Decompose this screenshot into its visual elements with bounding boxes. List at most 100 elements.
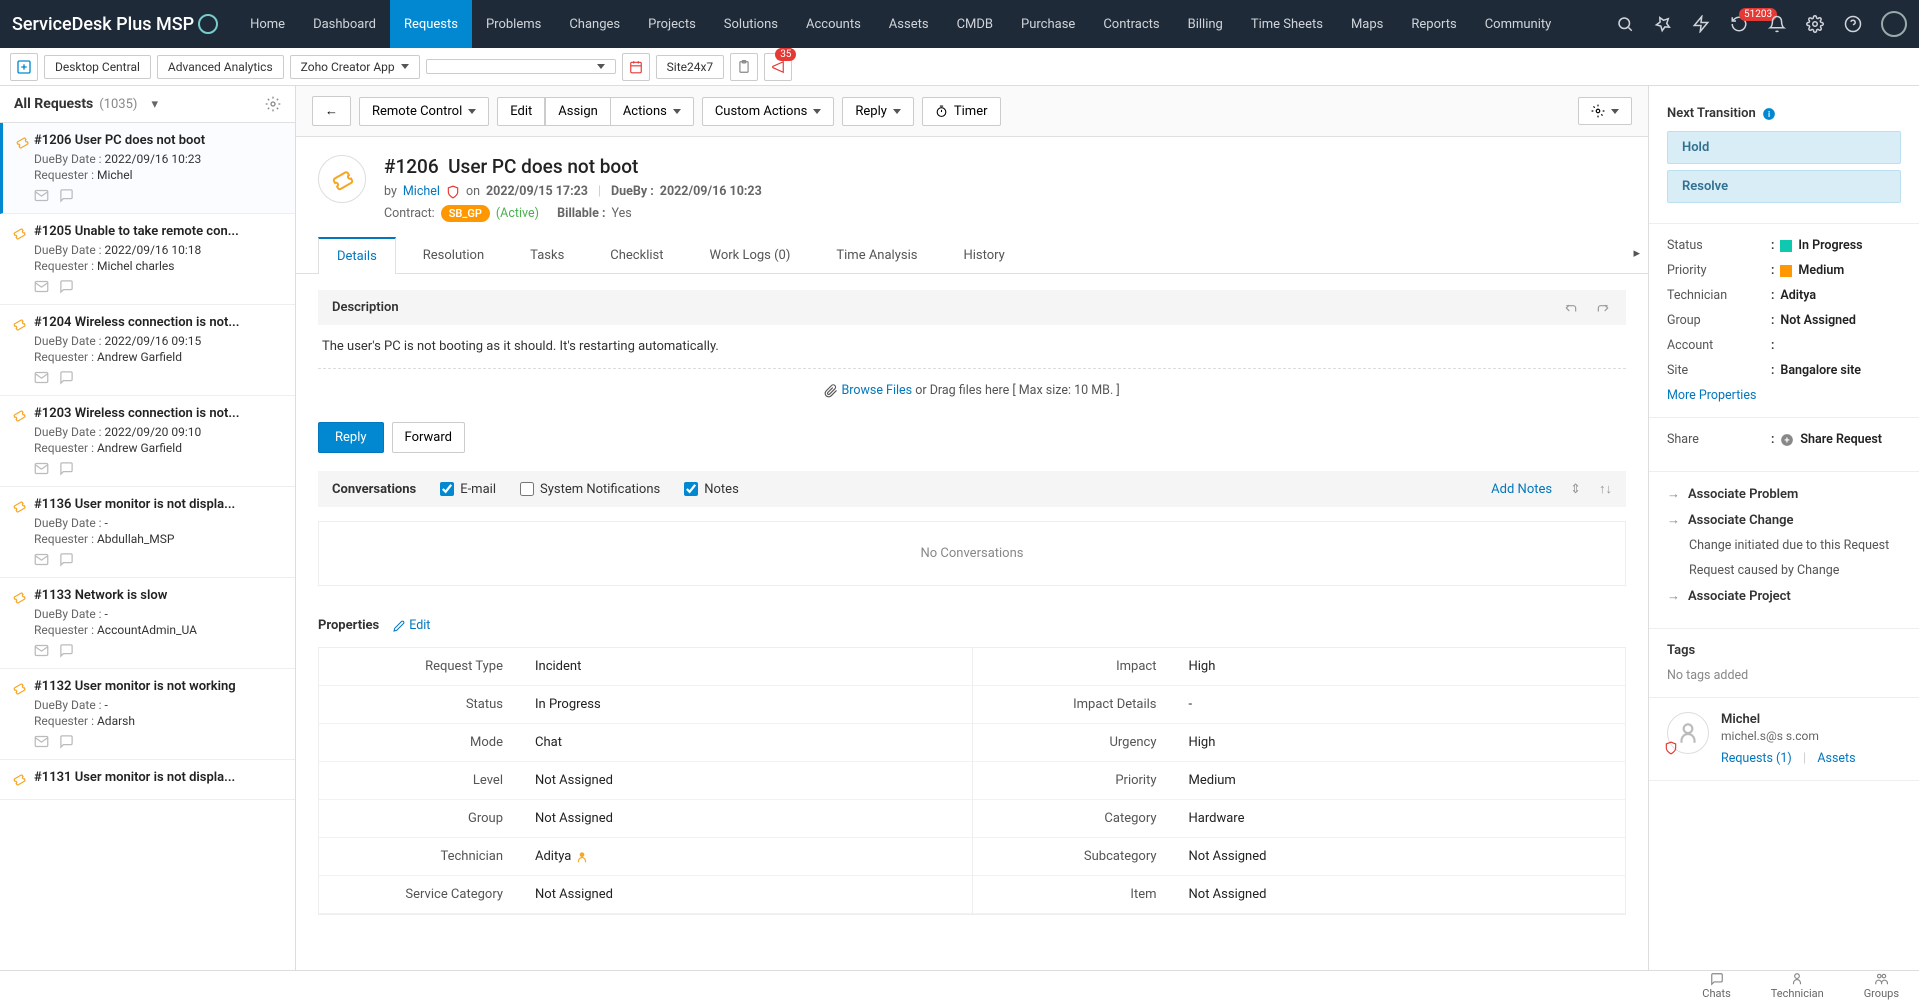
resolve-button[interactable]: Resolve [1667, 170, 1901, 203]
forward-button[interactable]: Forward [392, 422, 465, 453]
note-icon[interactable] [59, 461, 74, 476]
sort-icon[interactable]: ↑↓ [1599, 481, 1612, 497]
nav-reports[interactable]: Reports [1397, 0, 1470, 48]
nav-maps[interactable]: Maps [1337, 0, 1397, 48]
nav-cmdb[interactable]: CMDB [943, 0, 1007, 48]
list-item[interactable]: #1132 User monitor is not workingDueBy D… [0, 669, 295, 760]
contact-assets-link[interactable]: Assets [1817, 751, 1855, 766]
pin-icon[interactable] [1653, 14, 1673, 34]
clipboard-icon[interactable] [730, 53, 758, 81]
mail-icon[interactable] [34, 552, 49, 567]
remote-control-button[interactable]: Remote Control [359, 97, 489, 126]
bolt-icon[interactable] [1691, 14, 1711, 34]
note-icon[interactable] [59, 370, 74, 385]
mail-icon[interactable] [34, 279, 49, 294]
more-properties-link[interactable]: More Properties [1667, 388, 1756, 403]
nav-projects[interactable]: Projects [634, 0, 710, 48]
back-button[interactable]: ← [312, 96, 351, 126]
tab-tasks[interactable]: Tasks [511, 237, 583, 274]
custom-actions-button[interactable]: Custom Actions [702, 97, 835, 126]
assign-button[interactable]: Assign [545, 97, 611, 126]
nav-solutions[interactable]: Solutions [710, 0, 792, 48]
advanced-analytics-chip[interactable]: Advanced Analytics [157, 55, 284, 79]
note-icon[interactable] [59, 552, 74, 567]
edit-properties-link[interactable]: Edit [393, 618, 430, 633]
actions-button[interactable]: Actions [611, 97, 694, 126]
quick-create-icon[interactable] [10, 53, 38, 81]
nav-home[interactable]: Home [236, 0, 299, 48]
note-icon[interactable] [59, 643, 74, 658]
nav-problems[interactable]: Problems [472, 0, 555, 48]
note-icon[interactable] [59, 279, 74, 294]
hold-button[interactable]: Hold [1667, 131, 1901, 164]
associate-project[interactable]: Associate Project [1667, 588, 1901, 604]
associate-change[interactable]: Associate Change [1667, 512, 1901, 528]
requester-link[interactable]: Michel [403, 184, 440, 199]
zoho-creator-chip[interactable]: Zoho Creator App [290, 55, 420, 79]
mail-icon[interactable] [34, 734, 49, 749]
calendar-icon[interactable] [622, 53, 650, 81]
list-settings-icon[interactable] [265, 96, 281, 112]
tab-time-analysis[interactable]: Time Analysis [817, 237, 936, 274]
list-item[interactable]: #1131 User monitor is not displa... [0, 760, 295, 800]
system-notifications-checkbox[interactable]: System Notifications [520, 482, 660, 497]
browse-files-link[interactable]: Browse Files [841, 383, 912, 398]
share-request-button[interactable]: +Share Request [1780, 432, 1882, 447]
technician-button[interactable]: Technician [1771, 972, 1824, 999]
note-icon[interactable] [59, 188, 74, 203]
tabs-scroll-right-icon[interactable]: ▸ [1633, 246, 1640, 261]
gear-icon[interactable] [1805, 14, 1825, 34]
help-icon[interactable] [1843, 14, 1863, 34]
announcements-icon[interactable]: 35 [764, 53, 792, 81]
reply-arrow-icon[interactable] [1562, 301, 1580, 315]
nav-assets[interactable]: Assets [875, 0, 943, 48]
expand-icon[interactable]: ⇕ [1570, 482, 1581, 497]
tab-details[interactable]: Details [318, 237, 396, 274]
site24x7-chip[interactable]: Site24x7 [656, 55, 725, 79]
mail-icon[interactable] [34, 643, 49, 658]
associate-problem[interactable]: Associate Problem [1667, 486, 1901, 502]
nav-contracts[interactable]: Contracts [1089, 0, 1173, 48]
detail-settings-button[interactable] [1578, 97, 1632, 125]
add-notes-link[interactable]: Add Notes [1491, 482, 1552, 497]
selector-dropdown[interactable] [426, 59, 616, 74]
tab-history[interactable]: History [944, 237, 1023, 274]
info-icon[interactable]: i [1762, 107, 1776, 121]
edit-button[interactable]: Edit [497, 97, 545, 126]
mail-icon[interactable] [34, 188, 49, 203]
timer-button[interactable]: Timer [922, 97, 1001, 126]
reply-button[interactable]: Reply [318, 422, 384, 453]
profile-avatar[interactable] [1881, 11, 1907, 37]
nav-accounts[interactable]: Accounts [792, 0, 875, 48]
recent-icon[interactable]: 51203 [1729, 14, 1749, 34]
nav-community[interactable]: Community [1471, 0, 1566, 48]
list-item[interactable]: #1136 User monitor is not displa...DueBy… [0, 487, 295, 578]
nav-billing[interactable]: Billing [1174, 0, 1237, 48]
email-checkbox[interactable]: E-mail [440, 482, 496, 497]
attachment-dropzone[interactable]: Browse Files or Drag files here [ Max si… [318, 369, 1626, 412]
bell-icon[interactable] [1767, 14, 1787, 34]
list-item[interactable]: #1133 Network is slowDueBy Date : -Reque… [0, 578, 295, 669]
nav-requests[interactable]: Requests [390, 0, 472, 48]
forward-arrow-icon[interactable] [1594, 301, 1612, 315]
notes-checkbox[interactable]: Notes [684, 482, 739, 497]
nav-time-sheets[interactable]: Time Sheets [1237, 0, 1337, 48]
reply-dropdown-button[interactable]: Reply [842, 97, 914, 126]
search-icon[interactable] [1615, 14, 1635, 34]
chats-button[interactable]: Chats [1702, 972, 1730, 999]
change-initiated-link[interactable]: Change initiated due to this Request [1667, 538, 1901, 553]
groups-button[interactable]: Groups [1864, 972, 1899, 999]
note-icon[interactable] [59, 734, 74, 749]
desktop-central-chip[interactable]: Desktop Central [44, 55, 151, 79]
list-item[interactable]: #1205 Unable to take remote con...DueBy … [0, 214, 295, 305]
mail-icon[interactable] [34, 461, 49, 476]
nav-changes[interactable]: Changes [555, 0, 634, 48]
request-caused-link[interactable]: Request caused by Change [1667, 563, 1901, 578]
nav-purchase[interactable]: Purchase [1007, 0, 1089, 48]
tab-checklist[interactable]: Checklist [591, 237, 682, 274]
list-item[interactable]: #1203 Wireless connection is not...DueBy… [0, 396, 295, 487]
list-item[interactable]: #1206 User PC does not bootDueBy Date : … [0, 123, 295, 214]
list-header[interactable]: All Requests (1035) ▾ [0, 86, 295, 123]
nav-dashboard[interactable]: Dashboard [299, 0, 390, 48]
tab-resolution[interactable]: Resolution [404, 237, 503, 274]
